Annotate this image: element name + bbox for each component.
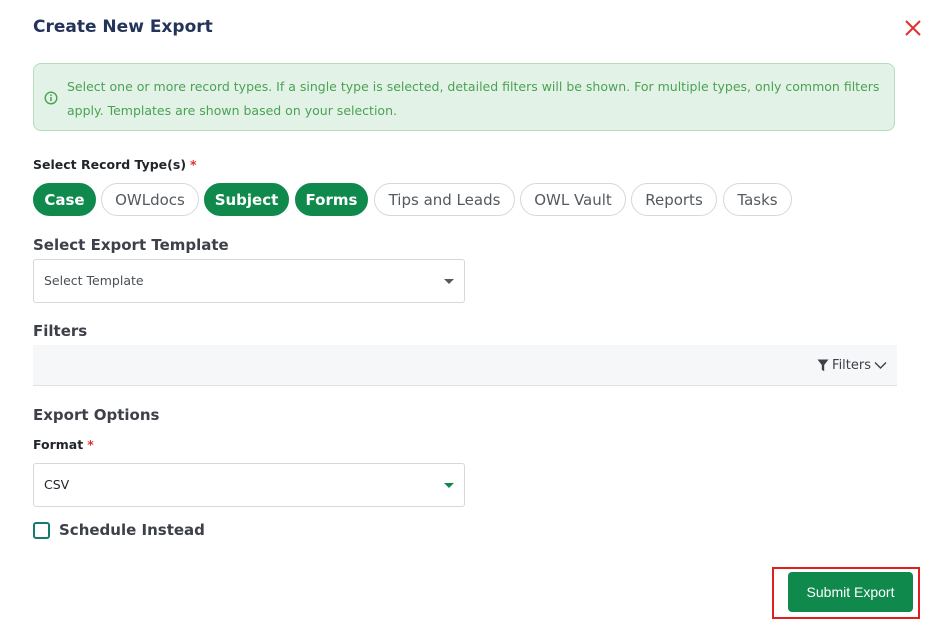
- export-options-label: Export Options: [33, 406, 160, 424]
- template-label: Select Export Template: [33, 236, 229, 254]
- filters-toggle-button[interactable]: Filters: [817, 357, 887, 373]
- record-type-label: Select Record Type(s) *: [33, 157, 197, 172]
- required-asterisk: *: [87, 437, 94, 452]
- funnel-icon: [817, 359, 829, 371]
- format-label: Format *: [33, 437, 94, 452]
- info-alert: Select one or more record types. If a si…: [33, 63, 895, 131]
- filters-button-label: Filters: [832, 357, 871, 373]
- schedule-label[interactable]: Schedule Instead: [59, 521, 205, 539]
- chip-owldocs[interactable]: OWLdocs: [101, 183, 199, 216]
- submit-export-button[interactable]: Submit Export: [788, 572, 913, 612]
- chip-reports[interactable]: Reports: [631, 183, 717, 216]
- template-select-value: Select Template: [44, 273, 144, 288]
- chip-tasks[interactable]: Tasks: [723, 183, 792, 216]
- schedule-checkbox[interactable]: [33, 522, 50, 539]
- dialog-title: Create New Export: [33, 17, 213, 37]
- info-circle-icon: [44, 91, 58, 105]
- caret-down-icon: [444, 279, 454, 284]
- template-select[interactable]: Select Template: [33, 259, 465, 303]
- format-select[interactable]: CSV: [33, 463, 465, 507]
- filters-bar: Filters: [33, 345, 897, 386]
- chip-subject[interactable]: Subject: [204, 183, 289, 216]
- caret-down-icon: [444, 483, 454, 488]
- format-select-value: CSV: [44, 477, 70, 492]
- chevron-down-icon: [874, 361, 887, 369]
- chip-forms[interactable]: Forms: [295, 183, 368, 216]
- info-text: Select one or more record types. If a si…: [67, 79, 880, 118]
- chip-tips-and-leads[interactable]: Tips and Leads: [374, 183, 515, 216]
- required-asterisk: *: [190, 157, 197, 172]
- filters-label: Filters: [33, 322, 88, 340]
- chip-case[interactable]: Case: [33, 183, 96, 216]
- record-type-label-text: Select Record Type(s): [33, 157, 187, 172]
- format-label-text: Format: [33, 437, 84, 452]
- chip-owl-vault[interactable]: OWL Vault: [520, 183, 626, 216]
- close-icon[interactable]: [903, 18, 923, 38]
